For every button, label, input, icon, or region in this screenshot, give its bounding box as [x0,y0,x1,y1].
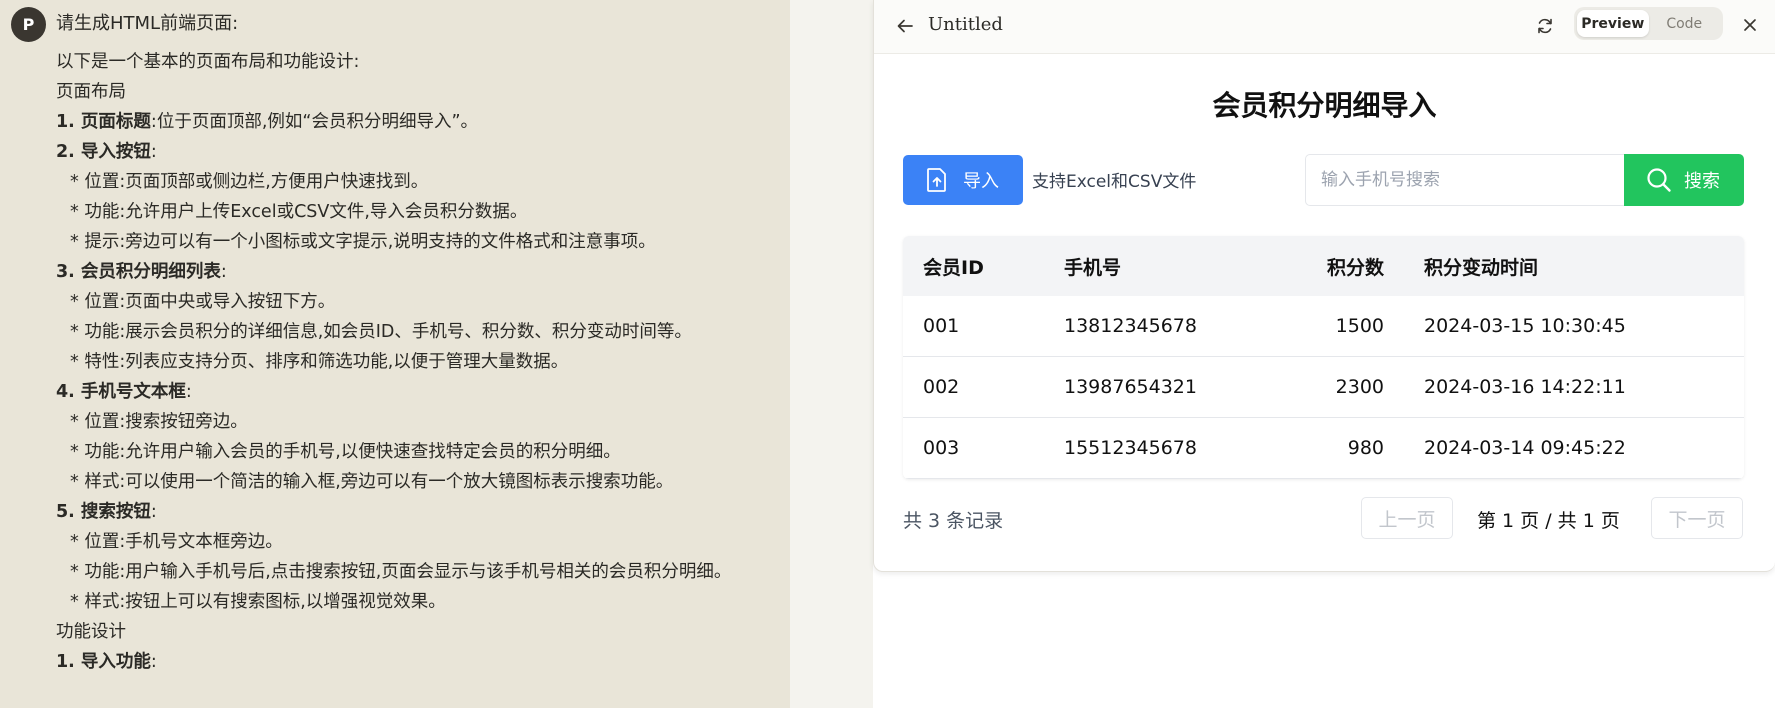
pane-divider [790,0,873,708]
artifact-toolbar: Untitled Preview Code [874,0,1775,54]
response-line-text: * 位置:搜索按钮旁边。 [70,412,248,432]
response-line: * 样式:可以使用一个简洁的输入框,旁边可以有一个放大镜图标表示搜索功能。 [56,467,766,497]
tab-code[interactable]: Code [1649,10,1721,37]
column-header[interactable]: 手机号 [1044,253,1224,280]
response-line-bold: 5. 搜索按钮 [56,502,151,522]
table-row: 001 13812345678 1500 2024-03-15 10:30:45 [903,296,1744,357]
response-line-text: * 样式:可以使用一个简洁的输入框,旁边可以有一个放大镜图标表示搜索功能。 [70,472,674,492]
response-line-text: * 样式:按钮上可以有搜索图标,以增强视觉效果。 [70,592,446,612]
search-button[interactable]: 搜索 [1624,154,1744,206]
response-line-text: 以下是一个基本的页面布局和功能设计: [56,52,360,72]
record-count: 共 3 条记录 [903,510,1004,532]
prev-page-button[interactable]: 上一页 [1361,497,1453,539]
response-line: 1. 页面标题:位于页面顶部,例如“会员积分明细导入”。 [56,107,766,137]
phone-search-input[interactable] [1305,154,1624,206]
search-button-label: 搜索 [1684,171,1720,192]
response-line-text: : [185,382,192,402]
table-header: 会员ID 手机号 积分数 积分变动时间 [903,236,1744,296]
assistant-response: 以下是一个基本的页面布局和功能设计: 页面布局 1. 页面标题:位于页面顶部,例如“… [56,47,766,677]
response-line-text: * 位置:手机号文本框旁边。 [70,532,283,552]
response-line: 3. 会员积分明细列表: [56,257,766,287]
close-icon[interactable] [1736,11,1764,39]
cell-time: 2024-03-14 09:45:22 [1424,437,1626,459]
table-row: 002 13987654321 2300 2024-03-16 14:22:11 [903,357,1744,418]
cell-points: 2300 [1335,376,1384,398]
response-line-text: * 功能:允许用户上传Excel或CSV文件,导入会员积分数据。 [70,202,528,222]
response-line: * 位置:手机号文本框旁边。 [56,527,766,557]
response-line: * 功能:允许用户上传Excel或CSV文件,导入会员积分数据。 [56,197,766,227]
page-indicator: 第 1 页 / 共 1 页 [1477,510,1620,532]
response-line-bold: 1. 导入功能 [56,652,151,672]
cell-phone: 15512345678 [1064,437,1197,459]
search-icon [1646,167,1672,193]
response-line-text: * 位置:页面中央或导入按钮下方。 [70,292,336,312]
response-line: * 特性:列表应支持分页、排序和筛选功能,以便于管理大量数据。 [56,347,766,377]
column-header[interactable]: 会员ID [903,253,1044,280]
response-line: * 功能:展示会员积分的详细信息,如会员ID、手机号、积分数、积分变动时间等。 [56,317,766,347]
response-line: * 样式:按钮上可以有搜索图标,以增强视觉效果。 [56,587,766,617]
response-line-text: :位于页面顶部,例如“会员积分明细导入”。 [150,112,479,132]
cell-points: 1500 [1335,315,1384,337]
artifact-title: Untitled [928,14,1003,35]
response-line: 功能设计 [56,617,766,647]
cell-phone: 13812345678 [1064,315,1197,337]
response-line-text: * 提示:旁边可以有一个小图标或文字提示,说明支持的文件格式和注意事项。 [70,232,656,252]
back-arrow-icon[interactable] [892,13,918,39]
import-button-label: 导入 [963,171,999,192]
cell-time: 2024-03-15 10:30:45 [1424,315,1626,337]
chat-pane: P 请生成HTML前端页面: 以下是一个基本的页面布局和功能设计: 页面布局 1. … [0,0,790,708]
upload-icon [925,167,949,193]
response-line: 1. 导入功能: [56,647,766,677]
response-line-text: : [150,502,157,522]
response-line-text: : [150,142,157,162]
response-line: 以下是一个基本的页面布局和功能设计: [56,47,766,77]
import-hint: 支持Excel和CSV文件 [1032,172,1197,192]
response-line-text: * 功能:用户输入手机号后,点击搜索按钮,页面会显示与该手机号相关的会员积分明细… [70,562,732,582]
user-avatar: P [11,7,46,42]
artifact-panel: Untitled Preview Code 会员积分明细导入 导入 支持Exce… [873,0,1775,572]
cell-points: 980 [1347,437,1384,459]
response-line: * 位置:页面顶部或侧边栏,方便用户快速找到。 [56,167,766,197]
response-line: 页面布局 [56,77,766,107]
refresh-icon[interactable] [1532,13,1558,39]
cell-member-id: 001 [923,315,960,337]
response-line-text: * 位置:页面顶部或侧边栏,方便用户快速找到。 [70,172,429,192]
tab-preview[interactable]: Preview [1577,10,1649,37]
response-line: * 功能:用户输入手机号后,点击搜索按钮,页面会显示与该手机号相关的会员积分明细… [56,557,766,587]
response-line-text: 页面布局 [56,82,126,102]
response-line-bold: 3. 会员积分明细列表 [56,262,221,282]
response-line: * 位置:页面中央或导入按钮下方。 [56,287,766,317]
cell-phone: 13987654321 [1064,376,1197,398]
page-title: 会员积分明细导入 [1212,89,1437,122]
column-header[interactable]: 积分变动时间 [1404,253,1744,280]
response-line: * 功能:允许用户输入会员的手机号,以便快速查找特定会员的积分明细。 [56,437,766,467]
cell-member-id: 003 [923,437,960,459]
column-header[interactable]: 积分数 [1224,253,1404,280]
response-line-text: * 特性:列表应支持分页、排序和筛选功能,以便于管理大量数据。 [70,352,569,372]
cell-member-id: 002 [923,376,960,398]
points-table: 会员ID 手机号 积分数 积分变动时间 001 13812345678 1500… [903,236,1744,479]
response-line-text: 功能设计 [56,622,126,642]
response-line-text: * 功能:允许用户输入会员的手机号,以便快速查找特定会员的积分明细。 [70,442,621,462]
response-line: * 位置:搜索按钮旁边。 [56,407,766,437]
response-line: 4. 手机号文本框: [56,377,766,407]
table-row: 003 15512345678 980 2024-03-14 09:45:22 [903,418,1744,479]
response-line-text: : [150,652,157,672]
response-line-text: * 功能:展示会员积分的详细信息,如会员ID、手机号、积分数、积分变动时间等。 [70,322,692,342]
response-line-text: : [220,262,227,282]
import-button[interactable]: 导入 [903,155,1023,205]
view-toggle: Preview Code [1574,7,1723,40]
next-page-button[interactable]: 下一页 [1651,497,1743,539]
user-prompt: 请生成HTML前端页面: [56,13,239,34]
response-line: 5. 搜索按钮: [56,497,766,527]
response-line: 2. 导入按钮: [56,137,766,167]
cell-time: 2024-03-16 14:22:11 [1424,376,1626,398]
response-line-bold: 2. 导入按钮 [56,142,151,162]
response-line-bold: 4. 手机号文本框 [56,382,186,402]
response-line-bold: 1. 页面标题 [56,112,151,132]
response-line: * 提示:旁边可以有一个小图标或文字提示,说明支持的文件格式和注意事项。 [56,227,766,257]
